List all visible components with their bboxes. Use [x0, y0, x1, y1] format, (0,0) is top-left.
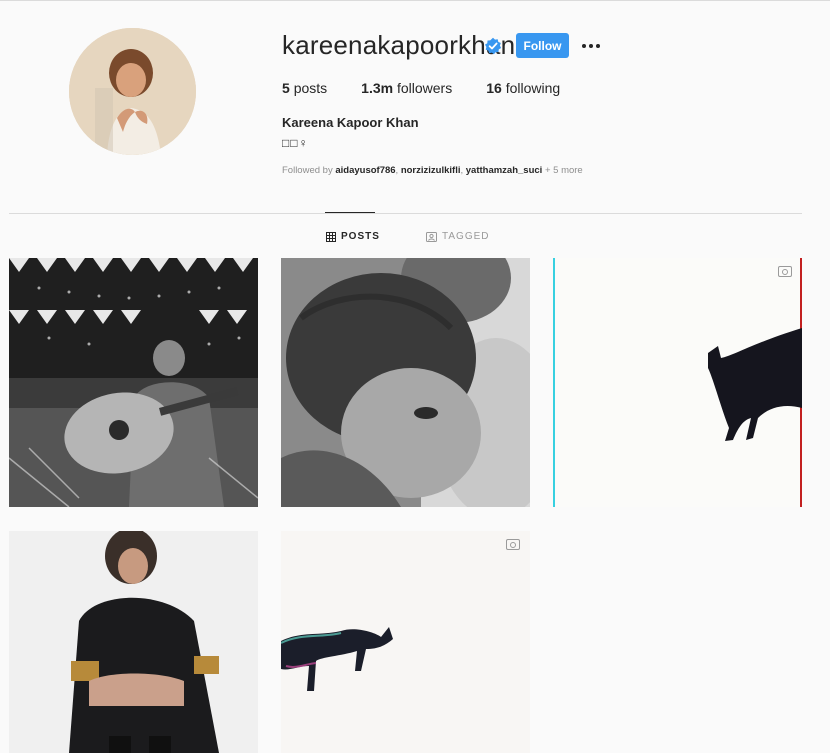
follower-link[interactable]: yatthamzah_suci: [466, 165, 543, 176]
verified-badge-icon: [485, 37, 502, 55]
tabs-divider: [9, 213, 802, 214]
post-thumbnail[interactable]: [9, 531, 258, 753]
tab-posts-label: POSTS: [341, 231, 380, 242]
followers-count: 1.3m: [361, 80, 394, 96]
post-thumbnail[interactable]: [9, 258, 258, 507]
post-thumbnail[interactable]: [281, 258, 530, 507]
profile-full-name: Kareena Kapoor Khan: [282, 115, 419, 130]
dot: [589, 43, 593, 48]
profile-bio: □□♀: [282, 136, 309, 150]
followers-label: followers: [396, 80, 453, 96]
followed-by-more[interactable]: + 5 more: [545, 165, 583, 176]
following-label: following: [505, 80, 561, 96]
posts-label: posts: [293, 80, 328, 96]
posts-count: 5: [282, 80, 290, 96]
follower-link[interactable]: aidayusof786: [335, 165, 395, 176]
profile-username: kareenakapoorkhan: [282, 30, 516, 60]
igtv-icon: [778, 266, 792, 277]
follow-button[interactable]: Follow: [516, 33, 569, 58]
tab-tagged[interactable]: TAGGED: [426, 231, 489, 242]
post-thumbnail[interactable]: [553, 258, 802, 507]
tab-posts[interactable]: POSTS: [326, 231, 380, 242]
followed-by-prefix: Followed by: [282, 165, 333, 176]
following-stat[interactable]: 16 following: [486, 80, 560, 96]
tab-tagged-label: TAGGED: [442, 231, 490, 242]
profile-avatar[interactable]: [69, 28, 196, 155]
more-options-icon[interactable]: [580, 33, 602, 58]
dot: [582, 43, 586, 48]
followed-by[interactable]: Followed by aidayusof786, norzizizulkifl…: [282, 165, 583, 176]
dot: [596, 43, 600, 48]
follower-link[interactable]: norzizizulkifli: [401, 165, 461, 176]
followers-stat[interactable]: 1.3m followers: [361, 80, 452, 96]
tagged-icon: [426, 231, 437, 242]
post-thumbnail[interactable]: [281, 531, 530, 753]
following-count: 16: [486, 80, 502, 96]
active-tab-indicator: [325, 212, 375, 213]
profile-stats: 5 posts 1.3m followers 16 following: [282, 80, 594, 96]
posts-stat: 5 posts: [282, 80, 327, 96]
top-border: [0, 0, 830, 1]
grid-icon: [326, 231, 336, 242]
igtv-icon: [506, 539, 520, 550]
